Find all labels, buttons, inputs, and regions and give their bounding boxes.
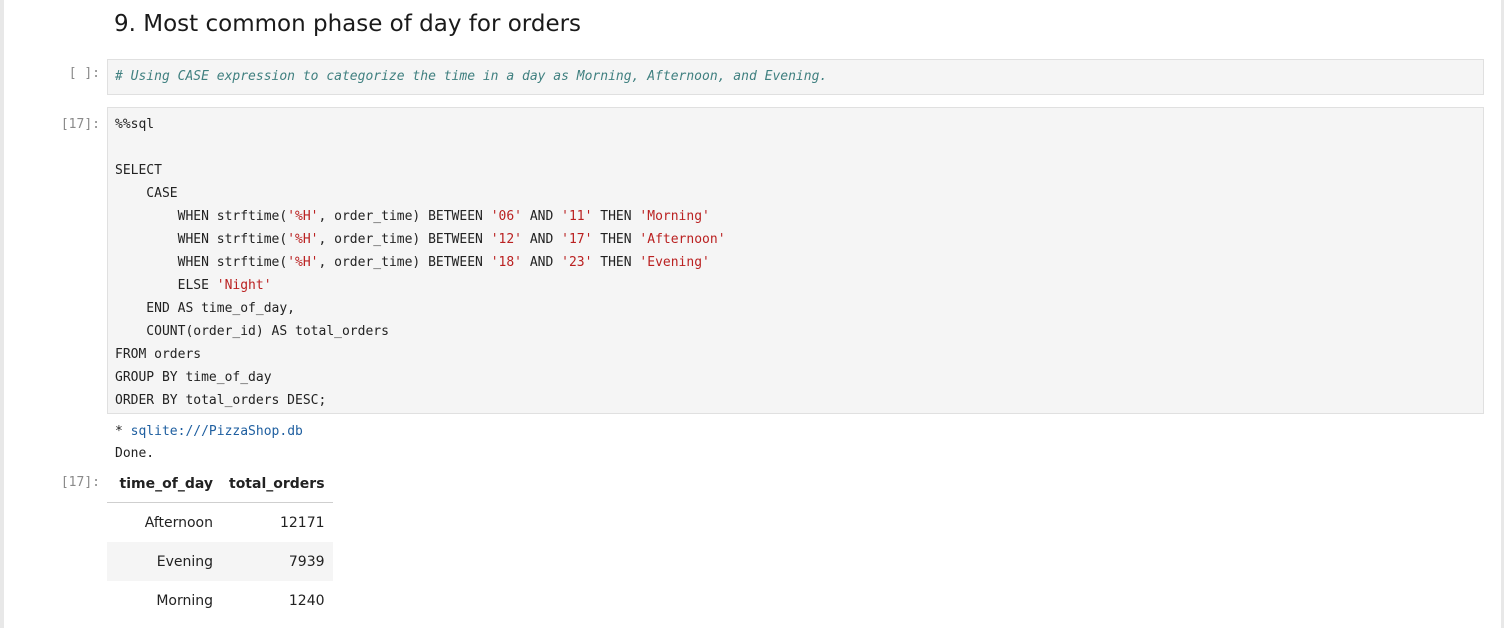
code-line: WHEN strftime('%H', order_time) BETWEEN … xyxy=(115,209,710,224)
table-cell: Evening xyxy=(107,542,221,581)
table-row: Evening 7939 xyxy=(107,542,333,581)
code-line: WHEN strftime('%H', order_time) BETWEEN … xyxy=(115,232,726,247)
section-heading: 9. Most common phase of day for orders xyxy=(114,11,582,37)
code-string: '12' xyxy=(490,232,522,247)
db-uri: sqlite:///PizzaShop.db xyxy=(130,424,303,439)
code-line: ELSE 'Night' xyxy=(115,278,272,293)
table-cell: Afternoon xyxy=(144,514,213,531)
code-line: WHEN strftime('%H', order_time) BETWEEN … xyxy=(115,255,710,270)
code-line: END AS time_of_day, xyxy=(115,301,296,316)
code-string: '%H' xyxy=(287,209,319,224)
code-string: '17' xyxy=(561,232,593,247)
code-line: COUNT(order_id) AS total_orders xyxy=(115,324,389,339)
db-connection-line: * sqlite:///PizzaShop.db xyxy=(115,424,303,439)
code-string: '11' xyxy=(561,209,593,224)
code-line: ORDER BY total_orders DESC; xyxy=(115,393,327,408)
code-string: '18' xyxy=(490,255,522,270)
table-row: Morning 1240 xyxy=(107,581,333,620)
notebook-left-border xyxy=(0,0,4,628)
code-line: FROM orders xyxy=(115,347,202,362)
table-cell: 12171 xyxy=(279,514,325,531)
column-header-time-of-day: time_of_day xyxy=(107,468,221,503)
code-comment: # Using CASE expression to categorize th… xyxy=(115,69,828,84)
code-string: 'Night' xyxy=(216,278,272,293)
output-prompt: [17]: xyxy=(60,475,100,490)
code-line: %%sql xyxy=(115,117,155,132)
code-line: GROUP BY time_of_day xyxy=(115,370,272,385)
column-header-total-orders: total_orders xyxy=(221,468,333,503)
cell-prompt-sql: [17]: xyxy=(60,117,100,132)
table-cell: Morning xyxy=(156,592,213,609)
sql-code: %%sql SELECT CASE WHEN strftime('%H', or… xyxy=(108,108,1483,412)
code-string: '%H' xyxy=(287,255,319,270)
result-table: time_of_day total_orders Afternoon 12171… xyxy=(107,468,333,620)
code-line: CASE xyxy=(115,186,178,201)
table-cell: 1240 xyxy=(288,592,325,609)
code-string: '%H' xyxy=(287,232,319,247)
code-string: '06' xyxy=(490,209,522,224)
cell-prompt: [ ]: xyxy=(68,66,100,81)
code-cell-sql[interactable]: %%sql SELECT CASE WHEN strftime('%H', or… xyxy=(107,107,1484,414)
code-string: 'Afternoon' xyxy=(639,232,726,247)
code-string: 'Evening' xyxy=(639,255,710,270)
table-cell: 7939 xyxy=(221,542,333,581)
code-cell-comment[interactable]: # Using CASE expression to categorize th… xyxy=(107,59,1484,95)
code-string: '23' xyxy=(561,255,593,270)
code-line: SELECT xyxy=(115,163,162,178)
done-message: Done. xyxy=(115,446,155,461)
code-string: 'Morning' xyxy=(639,209,710,224)
table-row: Afternoon 12171 xyxy=(107,503,333,543)
